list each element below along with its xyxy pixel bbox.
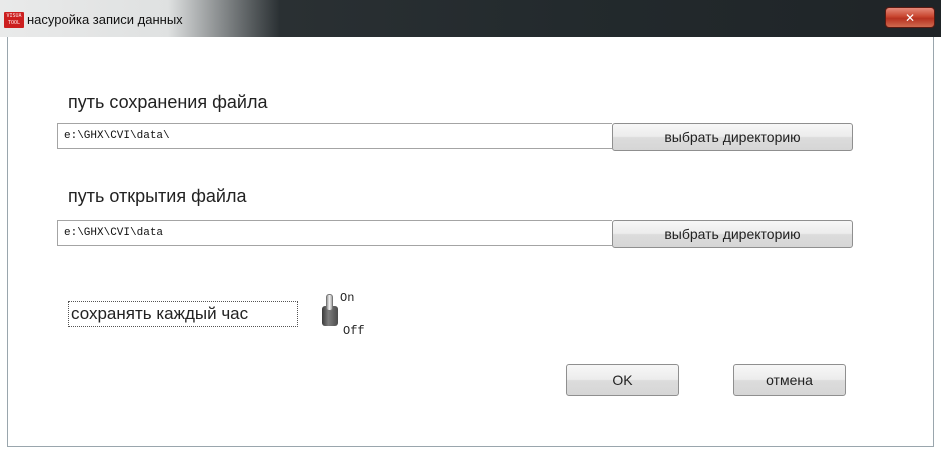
app-icon-text-line2: TOOL <box>7 20 21 26</box>
open-path-input[interactable]: e:\GHX\CVI\data <box>57 220 612 246</box>
window-title: насуройка записи данных <box>27 12 183 27</box>
open-path-browse-button[interactable]: выбрать директорию <box>612 220 853 248</box>
hourly-save-toggle[interactable] <box>322 294 340 328</box>
save-path-label: путь сохранения файла <box>68 92 268 112</box>
save-path-input[interactable]: e:\GHX\CVI\data\ <box>57 123 612 149</box>
ok-button[interactable]: OK <box>566 364 679 396</box>
close-icon: ✕ <box>904 11 916 25</box>
app-icon-text-line1: VISUA <box>6 13 22 19</box>
title-bar[interactable]: VISUA TOOL насуройка записи данных ✕ <box>0 0 941 37</box>
cancel-button[interactable]: отмена <box>733 364 846 396</box>
save-path-browse-button[interactable]: выбрать директорию <box>612 123 853 151</box>
hourly-save-label: сохранять каждый час <box>68 301 298 327</box>
app-icon[interactable]: VISUA TOOL <box>4 12 24 28</box>
toggle-switch-lever <box>326 294 333 311</box>
close-button[interactable]: ✕ <box>885 7 935 28</box>
toggle-off-label: Off <box>343 324 365 338</box>
open-path-label: путь открытия файла <box>68 186 247 206</box>
toggle-on-label: On <box>340 291 355 305</box>
